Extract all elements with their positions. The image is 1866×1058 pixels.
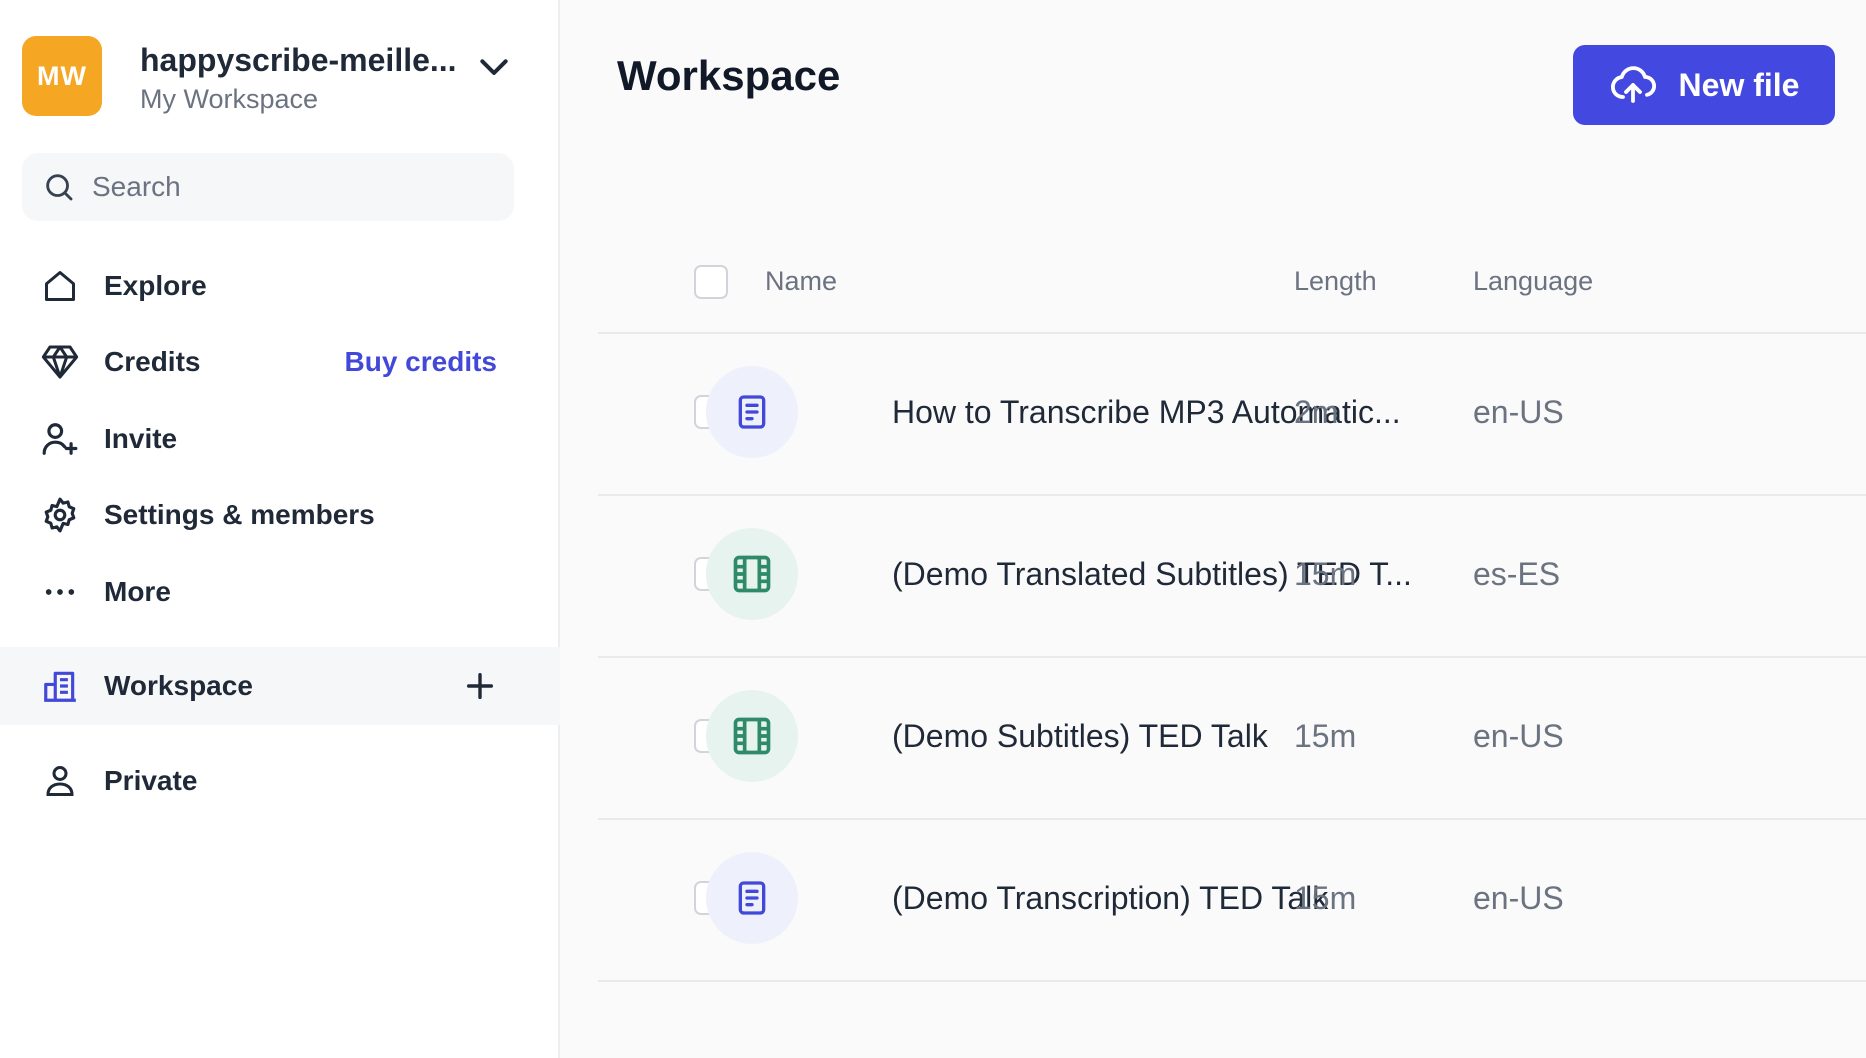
file-language: en-US xyxy=(1473,718,1564,754)
column-header-language[interactable]: Language xyxy=(1473,266,1593,297)
user-plus-icon xyxy=(40,419,80,459)
workspace-name: happyscribe-meille... xyxy=(140,42,457,78)
file-name[interactable]: (Demo Transcription) TED Talk xyxy=(892,880,1328,917)
building-icon xyxy=(40,666,80,706)
file-language: en-US xyxy=(1473,880,1564,916)
file-type-badge xyxy=(706,528,798,620)
select-all-checkbox[interactable] xyxy=(694,265,728,299)
file-length: 15m xyxy=(1294,556,1357,592)
workspace-subtitle: My Workspace xyxy=(140,84,319,114)
workspace-avatar: MW xyxy=(22,36,102,116)
table-row[interactable]: How to Transcribe MP3 Automatic... 2m en… xyxy=(598,332,1866,496)
file-type-badge xyxy=(706,366,798,458)
plus-icon xyxy=(466,672,494,700)
new-file-button[interactable]: New file xyxy=(1573,45,1835,125)
sidebar-item-label: Invite xyxy=(104,423,178,454)
sidebar-item-label: Settings & members xyxy=(104,499,375,530)
more-dots-icon xyxy=(40,572,80,612)
diamond-icon xyxy=(40,342,80,382)
film-icon xyxy=(733,717,771,755)
film-icon xyxy=(733,555,771,593)
chevron-down-icon[interactable] xyxy=(474,48,514,88)
new-file-label: New file xyxy=(1678,66,1800,103)
column-header-name[interactable]: Name xyxy=(765,266,837,297)
search-icon xyxy=(46,174,73,201)
file-language: en-US xyxy=(1473,394,1564,430)
gear-icon xyxy=(40,495,80,535)
file-length: 2m xyxy=(1294,394,1339,430)
file-length: 15m xyxy=(1294,880,1357,916)
cloud-upload-icon xyxy=(1610,66,1656,103)
home-icon xyxy=(40,266,80,306)
sidebar-item-label: Private xyxy=(104,765,198,796)
search-box[interactable] xyxy=(22,153,514,221)
document-icon xyxy=(738,395,766,429)
sidebar-item-label: More xyxy=(104,576,171,607)
sidebar-item-workspace[interactable]: Workspace xyxy=(0,647,560,725)
file-type-badge xyxy=(706,852,798,944)
search-input[interactable] xyxy=(90,170,494,204)
main-content: Workspace New file Name Length Language … xyxy=(560,0,1866,1058)
sidebar-item-label: Workspace xyxy=(104,670,253,701)
document-icon xyxy=(738,881,766,915)
sidebar-item-settings[interactable]: Settings & members xyxy=(0,480,560,550)
user-icon xyxy=(40,761,80,801)
table-row[interactable]: (Demo Translated Subtitles) TED T... 15m… xyxy=(598,494,1866,658)
sidebar-item-invite[interactable]: Invite xyxy=(0,404,560,474)
sidebar-item-private[interactable]: Private xyxy=(0,746,560,816)
file-language: es-ES xyxy=(1473,556,1561,592)
table-row[interactable]: (Demo Transcription) TED Talk 15m en-US xyxy=(598,818,1866,982)
table-header: Name Length Language xyxy=(598,240,1866,334)
workspace-switcher[interactable]: MW happyscribe-meille... My Workspace xyxy=(22,36,542,120)
file-type-badge xyxy=(706,690,798,782)
sidebar-item-label: Credits xyxy=(104,346,201,377)
file-name[interactable]: (Demo Subtitles) TED Talk xyxy=(892,718,1268,755)
page-title: Workspace xyxy=(617,52,841,99)
file-length: 15m xyxy=(1294,718,1357,754)
sidebar-item-label: Explore xyxy=(104,270,207,301)
buy-credits-link[interactable]: Buy credits xyxy=(345,346,498,378)
sidebar-item-explore[interactable]: Explore xyxy=(0,251,560,321)
sidebar-item-credits[interactable]: Credits Buy credits xyxy=(0,327,560,397)
table-row[interactable]: (Demo Subtitles) TED Talk 15m en-US xyxy=(598,656,1866,820)
add-folder-button[interactable] xyxy=(460,666,500,706)
sidebar: MW happyscribe-meille... My Workspace Ex… xyxy=(0,0,560,1058)
column-header-length[interactable]: Length xyxy=(1294,266,1377,297)
sidebar-item-more[interactable]: More xyxy=(0,557,560,627)
